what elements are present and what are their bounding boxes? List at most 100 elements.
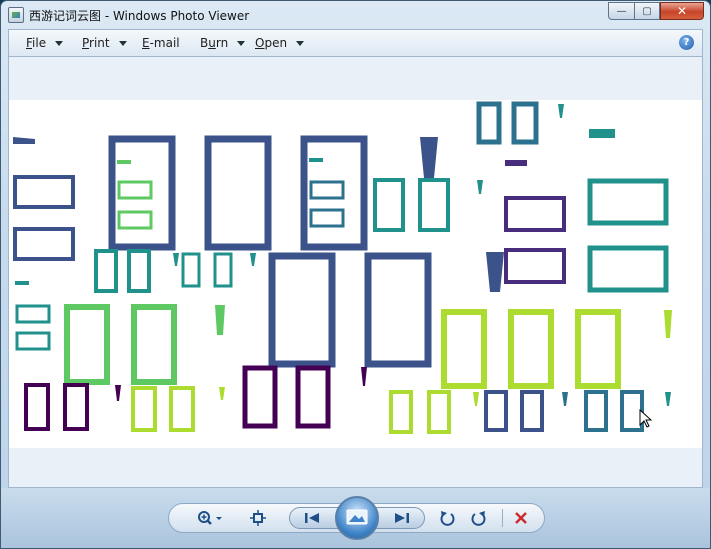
- word-glyph: [117, 180, 153, 200]
- word-glyph: [115, 385, 121, 401]
- word-glyph: [268, 252, 336, 368]
- word-glyph: [63, 383, 89, 431]
- word-glyph: [309, 158, 323, 162]
- word-glyph: [508, 309, 554, 389]
- word-glyph: [504, 248, 566, 284]
- word-glyph: [94, 249, 118, 293]
- word-cloud-image: [9, 100, 702, 448]
- photo-viewer-window: 西游记词云图 - Windows Photo Viewer — ▢ ✕ File…: [0, 0, 711, 549]
- chevron-down-icon[interactable]: [296, 41, 305, 46]
- mouse-cursor-icon: [639, 409, 653, 428]
- menu-file-label: ile: [32, 36, 47, 50]
- word-glyph: [117, 160, 131, 164]
- delete-button[interactable]: [511, 509, 531, 527]
- actual-size-button[interactable]: [248, 509, 268, 527]
- photo-viewer-app-icon[interactable]: [8, 7, 24, 23]
- menu-open[interactable]: Open: [255, 36, 305, 50]
- word-glyph: [477, 180, 483, 194]
- word-glyph: [242, 365, 278, 429]
- word-glyph: [15, 281, 29, 285]
- rotate-clockwise-button[interactable]: [469, 509, 489, 527]
- menu-bar: File Print E-mail Burn Open ?: [8, 29, 703, 56]
- actual-size-icon: [250, 510, 266, 526]
- word-glyph: [24, 383, 50, 431]
- word-glyph: [418, 178, 450, 232]
- word-glyph: [389, 390, 413, 434]
- menu-email[interactable]: E-mail: [142, 36, 180, 50]
- word-glyph: [181, 252, 201, 288]
- help-icon[interactable]: ?: [679, 35, 694, 50]
- word-glyph: [484, 390, 508, 432]
- word-glyph: [204, 135, 272, 251]
- menu-email-access-key: E: [142, 36, 150, 50]
- minimize-icon: —: [616, 5, 627, 17]
- menu-print[interactable]: Print: [82, 36, 127, 50]
- toolbar-separator: [502, 509, 503, 527]
- word-glyph: [486, 252, 504, 292]
- menu-burn-access-key: u: [208, 36, 216, 50]
- menu-print-access-key: P: [82, 36, 90, 50]
- slideshow-icon: [346, 509, 368, 525]
- word-glyph: [427, 390, 451, 434]
- rotate-counterclockwise-icon: [440, 511, 455, 526]
- word-glyph: [219, 387, 225, 400]
- menu-burn-label-start: B: [200, 36, 209, 50]
- maximize-icon: ▢: [642, 5, 652, 17]
- menu-burn[interactable]: Burn: [200, 36, 246, 50]
- previous-icon: [305, 513, 319, 523]
- maximize-button[interactable]: ▢: [634, 2, 660, 20]
- word-glyph: [665, 392, 671, 406]
- word-glyph: [131, 386, 157, 432]
- slideshow-button[interactable]: [335, 496, 379, 540]
- menu-print-label: rint: [89, 36, 110, 50]
- delete-icon: [515, 512, 527, 524]
- word-glyph: [13, 137, 35, 144]
- word-glyph: [562, 392, 568, 406]
- word-glyph: [664, 310, 672, 338]
- chevron-down-icon[interactable]: [118, 41, 127, 46]
- word-glyph: [15, 304, 51, 324]
- magnifier-plus-icon: [198, 511, 222, 525]
- word-glyph: [131, 304, 177, 385]
- word-glyph: [476, 101, 502, 145]
- close-button[interactable]: ✕: [660, 2, 704, 20]
- word-glyph: [361, 367, 367, 386]
- word-glyph: [13, 175, 75, 209]
- word-glyph: [300, 135, 368, 251]
- chevron-down-icon[interactable]: [237, 41, 246, 46]
- word-glyph: [127, 249, 151, 293]
- menu-file[interactable]: File: [26, 36, 64, 50]
- word-glyph: [587, 178, 669, 226]
- word-glyph: [589, 129, 615, 138]
- word-glyph: [213, 252, 233, 288]
- word-glyph: [215, 305, 225, 335]
- zoom-button[interactable]: [196, 509, 224, 527]
- word-glyph: [505, 160, 527, 166]
- window-title: 西游记词云图 - Windows Photo Viewer: [29, 9, 250, 23]
- rotate-counterclockwise-button[interactable]: [437, 509, 457, 527]
- word-glyph: [511, 101, 539, 145]
- minimize-button[interactable]: —: [608, 2, 634, 20]
- word-glyph: [441, 309, 487, 389]
- title-bar[interactable]: 西游记词云图 - Windows Photo Viewer — ▢ ✕: [1, 1, 710, 29]
- word-glyph: [173, 253, 179, 266]
- word-glyph: [587, 245, 669, 293]
- word-glyph: [13, 227, 75, 261]
- word-glyph: [575, 309, 621, 389]
- word-glyph: [309, 208, 345, 228]
- chevron-down-icon[interactable]: [55, 41, 64, 46]
- word-glyph: [108, 135, 176, 251]
- next-button[interactable]: [375, 507, 425, 529]
- menu-open-label: pen: [264, 36, 288, 50]
- image-viewport[interactable]: [8, 56, 703, 488]
- word-glyph: [64, 304, 110, 385]
- word-glyph: [373, 178, 405, 232]
- word-glyph: [473, 392, 479, 406]
- previous-button[interactable]: [289, 507, 339, 529]
- word-glyph: [309, 180, 345, 200]
- word-glyph: [364, 252, 432, 368]
- word-glyph: [295, 365, 331, 429]
- next-icon: [395, 513, 409, 523]
- word-glyph: [520, 390, 544, 432]
- menu-email-label: -mail: [149, 36, 180, 50]
